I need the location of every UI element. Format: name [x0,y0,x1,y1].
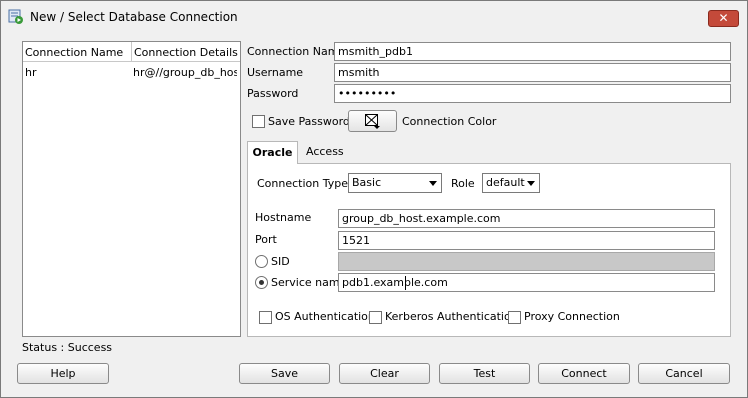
save-password-label: Save Password [268,115,350,128]
tab-access[interactable]: Access [302,145,348,161]
connection-list-header: Connection Name Connection Details [23,42,240,62]
kerberos-authentication-label: Kerberos Authentication [385,310,518,323]
sid-label: SID [271,255,290,268]
connection-list[interactable]: Connection Name Connection Details hr hr… [22,41,241,337]
close-icon: ✕ [718,11,729,25]
color-swatch-icon [365,114,380,129]
window-title: New / Select Database Connection [30,10,238,24]
proxy-connection-label: Proxy Connection [524,310,620,323]
hostname-label: Hostname [255,211,312,224]
service-name-field[interactable]: pdb1.example.com [338,273,715,292]
username-label: Username [247,66,304,79]
text-cursor [405,276,406,290]
status-text: Status : Success [22,341,113,354]
connection-row-details[interactable]: hr@//group_db_host... [133,66,237,79]
username-field[interactable]: msmith [334,63,731,82]
connection-name-field[interactable]: msmith_pdb1 [334,42,731,61]
sid-radio[interactable] [255,255,268,268]
kerberos-authentication-checkbox[interactable] [369,311,382,324]
role-select[interactable]: default [482,173,540,193]
service-name-value: pdb1.example.com [342,276,448,289]
chevron-down-icon [527,181,535,186]
password-field[interactable]: ••••••••• [334,84,731,103]
connection-row-name[interactable]: hr [25,66,125,79]
save-password-checkbox[interactable] [252,115,265,128]
column-header-connection-details[interactable]: Connection Details [134,46,238,59]
role-value: default [486,176,525,189]
close-button[interactable]: ✕ [708,10,739,27]
port-label: Port [255,233,277,246]
service-name-radio[interactable] [255,276,268,289]
sid-field[interactable] [338,252,715,271]
test-button[interactable]: Test [439,363,530,384]
database-connection-icon [8,9,23,24]
radio-selected-dot [259,280,264,285]
service-name-label: Service name [271,276,347,289]
connection-color-label: Connection Color [402,115,497,128]
connection-color-button[interactable] [348,110,397,132]
proxy-connection-checkbox[interactable] [508,311,521,324]
help-button[interactable]: Help [17,363,109,384]
column-divider[interactable] [131,42,132,62]
os-authentication-label: OS Authentication [275,310,375,323]
password-label: Password [247,87,299,100]
connection-type-value: Basic [352,176,382,189]
cancel-button[interactable]: Cancel [638,363,730,384]
tab-oracle[interactable]: Oracle [247,141,298,164]
connection-type-label: Connection Type [257,177,349,190]
chevron-down-icon [429,181,437,186]
connect-button[interactable]: Connect [538,363,630,384]
hostname-field[interactable]: group_db_host.example.com [338,209,715,228]
port-field[interactable]: 1521 [338,231,715,250]
os-authentication-checkbox[interactable] [259,311,272,324]
connection-type-select[interactable]: Basic [348,173,442,193]
clear-button[interactable]: Clear [339,363,430,384]
save-button[interactable]: Save [239,363,330,384]
column-header-connection-name[interactable]: Connection Name [25,46,123,59]
role-label: Role [451,177,475,190]
connection-name-label: Connection Name [247,45,346,58]
